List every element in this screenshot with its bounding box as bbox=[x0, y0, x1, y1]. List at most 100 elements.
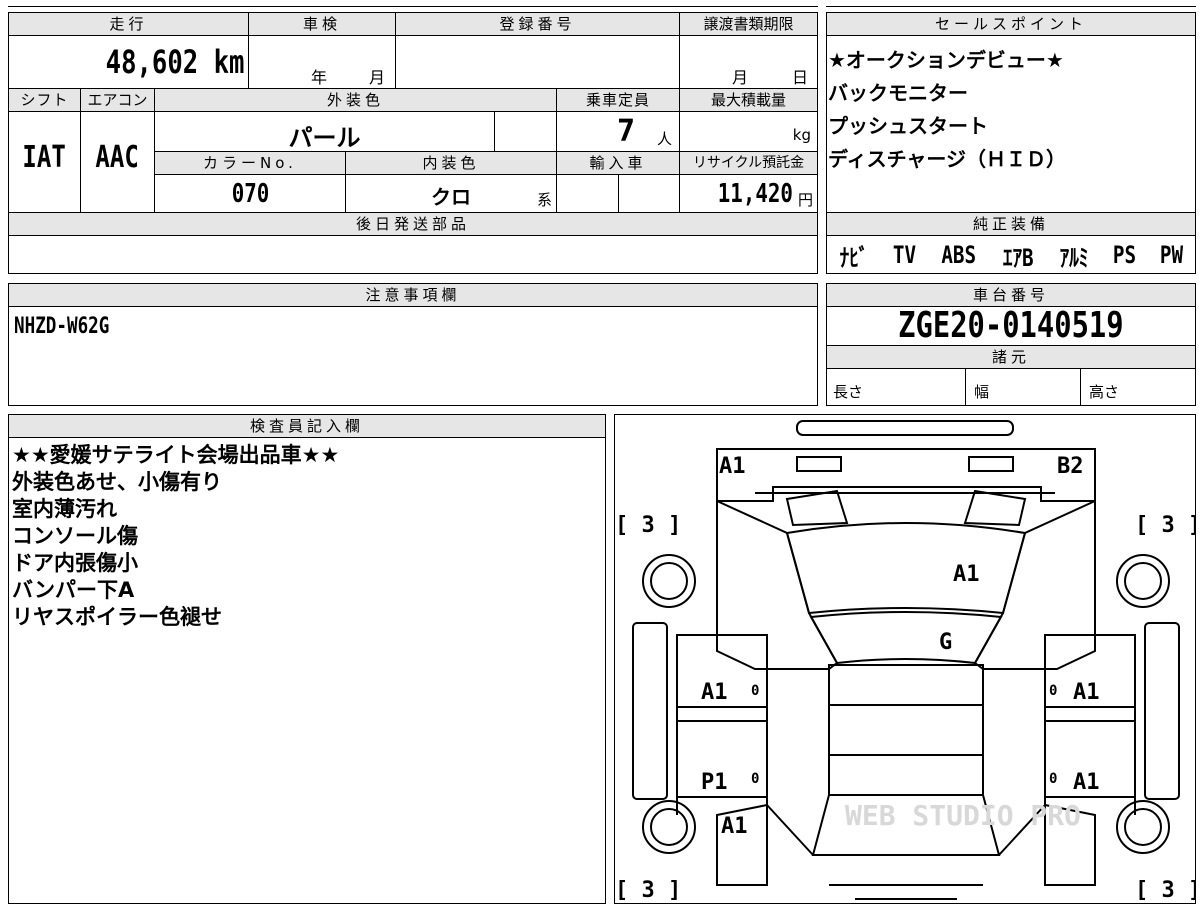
sales-points-header: セールスポイント bbox=[826, 12, 1196, 36]
shift-header: シフト bbox=[8, 88, 81, 112]
mark-left-rear-fender: A1 bbox=[721, 814, 748, 839]
equipment-item: PS bbox=[1112, 241, 1136, 269]
right-side-skirt bbox=[1144, 622, 1180, 800]
equipment-item: ｱﾙﾐ bbox=[1059, 243, 1089, 272]
sales-point-item: バックモニター bbox=[828, 81, 968, 105]
mark-right-front-door: A1 bbox=[1073, 680, 1100, 705]
door-handle-mark: 0 bbox=[751, 771, 759, 787]
equipment-item: ﾅﾋﾞ bbox=[839, 243, 869, 272]
notes-text: NHZD-W62G bbox=[14, 314, 133, 339]
color-no-header: カラーNo. bbox=[154, 151, 346, 175]
mileage-value: 48,602 km bbox=[71, 42, 244, 82]
front-spoiler-shape bbox=[796, 420, 1014, 436]
mark-right-rear-door: A1 bbox=[1073, 770, 1100, 795]
max-load-unit: kg bbox=[792, 126, 811, 144]
sales-point-item: ★オークションデビュー★ bbox=[828, 48, 1064, 72]
notes-header: 注意事項欄 bbox=[8, 283, 818, 307]
shift-value: IAT bbox=[9, 140, 80, 175]
watermark: WEB STUDIO PRO bbox=[845, 799, 1081, 832]
hood-shape bbox=[785, 522, 1027, 615]
mark-front-left: A1 bbox=[719, 454, 746, 479]
top-strip-line bbox=[8, 6, 818, 7]
chassis-number-text: ZGE20-0140519 bbox=[898, 305, 1124, 346]
sales-point-item: ディスチャージ（ＨＩＤ） bbox=[828, 147, 1066, 171]
roof-shape bbox=[828, 664, 984, 796]
inspector-notes: ★★愛媛サテライト会場出品車★★ 外装色あせ、小傷有り 室内薄汚れ コンソール傷… bbox=[12, 442, 602, 631]
capacity-cell: 7 人 bbox=[556, 111, 680, 152]
exterior-color-value: パール bbox=[288, 124, 361, 152]
aircon-text: AAC bbox=[95, 140, 140, 175]
spec-width-cell: 幅 bbox=[965, 368, 1081, 406]
capacity-header: 乗車定員 bbox=[556, 88, 680, 112]
left-side-skirt bbox=[632, 622, 668, 800]
chassis-number: ZGE20-0140519 bbox=[826, 306, 1196, 346]
import-header: 輸入車 bbox=[556, 151, 680, 175]
interior-color-header: 内装色 bbox=[345, 151, 557, 175]
inspection-cell: 年 月 bbox=[248, 35, 396, 89]
interior-color-cell: クロ 系 bbox=[345, 174, 557, 213]
equipment-list: ﾅﾋﾞ TV ABS ｴｱB ｱﾙﾐ PS PW bbox=[828, 238, 1194, 272]
headlight-left bbox=[785, 489, 849, 527]
tire-label-front-right: [ 3 ] bbox=[1135, 513, 1196, 538]
later-parts-header: 後日発送部品 bbox=[8, 212, 818, 236]
mileage-cell: 48,602 km bbox=[8, 35, 249, 89]
aircon-value: AAC bbox=[81, 140, 154, 175]
registration-cell bbox=[395, 35, 680, 89]
max-load-header: 最大積載量 bbox=[679, 88, 818, 112]
equipment-item: ｴｱB bbox=[1002, 243, 1034, 272]
equipment-item: PW bbox=[1159, 241, 1184, 269]
inspector-line: コンソール傷 bbox=[12, 524, 138, 548]
interior-color-suffix: 系 bbox=[536, 191, 552, 209]
color-no-value: 070 bbox=[155, 179, 345, 209]
spec-width-label: 幅 bbox=[974, 383, 990, 401]
top-strip-line-right bbox=[826, 6, 1196, 7]
equipment-item: ABS bbox=[941, 241, 977, 269]
transfer-month-label: 月 bbox=[732, 68, 749, 87]
mark-windshield: G bbox=[939, 630, 952, 655]
recycle-text: 11,420 bbox=[717, 179, 793, 209]
inspection-header: 車検 bbox=[248, 12, 396, 36]
front-light-left bbox=[796, 456, 842, 472]
transfer-deadline-cell: 月 日 bbox=[679, 35, 818, 89]
right-fender-front bbox=[973, 499, 1096, 670]
inspector-line: リヤスポイラー色褪せ bbox=[12, 605, 222, 629]
condition-diagram-box: [ 3 ] [ 3 ] [ 3 ] [ 3 ] A1 B2 A1 G A1 P1… bbox=[614, 414, 1196, 904]
aircon-cell: AAC bbox=[80, 111, 155, 213]
spec-length-label: 長さ bbox=[833, 383, 864, 401]
exterior-color-cell: パール bbox=[154, 111, 495, 152]
sales-points-list: ★オークションデビュー★ バックモニター プッシュスタート ディスチャージ（ＨＩ… bbox=[828, 44, 1194, 176]
inspector-line: 外装色あせ、小傷有り bbox=[12, 470, 222, 494]
capacity-value: 7 bbox=[617, 114, 636, 149]
left-fender-front bbox=[716, 499, 839, 670]
door-handle-mark: 0 bbox=[751, 683, 759, 699]
inspector-line: バンパー下A bbox=[12, 578, 135, 602]
capacity-unit: 人 bbox=[657, 130, 673, 148]
inspector-line: ドア内張傷小 bbox=[12, 551, 138, 575]
exterior-color-header: 外装色 bbox=[154, 88, 557, 112]
mark-left-front-door: A1 bbox=[701, 680, 728, 705]
tire-label-rear-left: [ 3 ] bbox=[615, 878, 681, 903]
inspector-line: 室内薄汚れ bbox=[12, 497, 117, 521]
shift-text: IAT bbox=[22, 140, 67, 175]
windshield-shape bbox=[809, 611, 1003, 665]
color-no-text: 070 bbox=[231, 179, 269, 209]
aircon-header: エアコン bbox=[80, 88, 155, 112]
tire-label-front-left: [ 3 ] bbox=[615, 513, 681, 538]
front-light-right bbox=[968, 456, 1014, 472]
inspector-line: ★★愛媛サテライト会場出品車★★ bbox=[12, 443, 340, 467]
shift-cell: IAT bbox=[8, 111, 81, 213]
recycle-unit: 円 bbox=[797, 191, 813, 209]
headlight-right bbox=[963, 489, 1027, 527]
equipment-header: 純正装備 bbox=[826, 212, 1196, 236]
door-handle-mark: 0 bbox=[1049, 771, 1057, 787]
spec-height-label: 高さ bbox=[1089, 383, 1120, 401]
spec-length-cell: 長さ bbox=[826, 368, 966, 406]
transfer-day-label: 日 bbox=[792, 68, 809, 87]
inspector-header: 検査員記入欄 bbox=[8, 414, 606, 438]
transfer-deadline-header: 譲渡書類期限 bbox=[679, 12, 818, 36]
mileage-text: 48,602 km bbox=[105, 43, 244, 81]
color-no-cell: 070 bbox=[154, 174, 346, 213]
recycle-cell: 11,420 円 bbox=[679, 174, 818, 213]
mark-front-right: B2 bbox=[1057, 454, 1084, 479]
import-cell-a bbox=[556, 174, 619, 213]
